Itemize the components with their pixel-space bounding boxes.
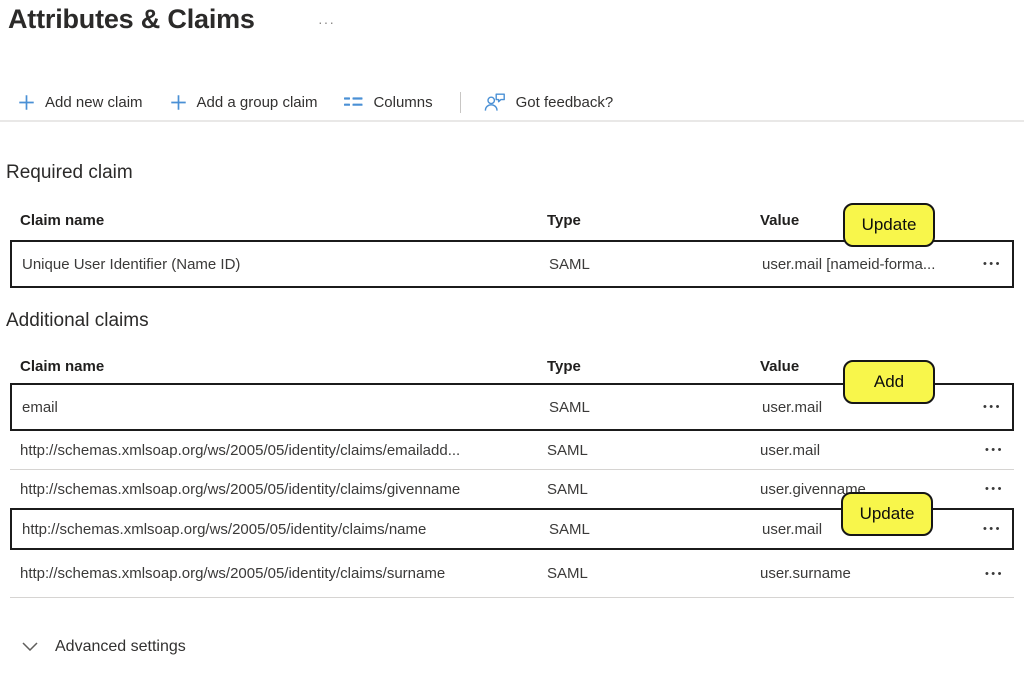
- additional-table: email SAML user.mail ••• http://schemas.…: [10, 383, 1014, 598]
- plus-icon: [18, 94, 35, 111]
- advanced-settings-label: Advanced settings: [55, 638, 186, 656]
- required-claim-heading: Required claim: [6, 162, 133, 184]
- page-title-menu-icon[interactable]: ···: [318, 14, 335, 30]
- claim-type-cell: SAML: [549, 399, 762, 416]
- add-new-claim-button[interactable]: Add new claim: [18, 94, 143, 111]
- plus-icon: [170, 94, 187, 111]
- claim-type-cell: SAML: [547, 565, 760, 582]
- advanced-settings-toggle[interactable]: Advanced settings: [22, 638, 186, 656]
- columns-button[interactable]: Columns: [344, 94, 432, 111]
- got-feedback-button[interactable]: Got feedback?: [484, 93, 614, 112]
- claim-name-cell: http://schemas.xmlsoap.org/ws/2005/05/id…: [20, 442, 547, 459]
- row-menu-icon[interactable]: •••: [979, 481, 1004, 497]
- row-menu-icon[interactable]: •••: [979, 442, 1004, 458]
- additional-claims-heading: Additional claims: [6, 310, 149, 332]
- additional-claim-row-surname[interactable]: http://schemas.xmlsoap.org/ws/2005/05/id…: [10, 550, 1014, 598]
- claim-value-cell: user.mail [nameid-forma...: [762, 256, 946, 273]
- claim-name-cell: http://schemas.xmlsoap.org/ws/2005/05/id…: [20, 481, 547, 498]
- chevron-down-icon: [22, 638, 38, 656]
- claim-type-cell: SAML: [549, 256, 762, 273]
- annotation-update-required-claim: Update: [843, 203, 935, 247]
- annotation-update-name-claim: Update: [841, 492, 933, 536]
- required-table: Unique User Identifier (Name ID) SAML us…: [10, 240, 1014, 288]
- column-header-claim-name: Claim name: [20, 358, 547, 375]
- add-new-claim-label: Add new claim: [45, 94, 143, 111]
- toolbar-divider: [460, 92, 461, 113]
- claim-name-cell: email: [22, 399, 549, 416]
- column-header-type: Type: [547, 212, 760, 229]
- claim-value-cell: user.surname: [760, 565, 948, 582]
- claim-type-cell: SAML: [547, 442, 760, 459]
- claim-name-cell: Unique User Identifier (Name ID): [22, 256, 549, 273]
- row-menu-icon[interactable]: •••: [977, 521, 1002, 537]
- add-group-claim-label: Add a group claim: [197, 94, 318, 111]
- column-header-type: Type: [547, 358, 760, 375]
- columns-label: Columns: [373, 94, 432, 111]
- column-header-claim-name: Claim name: [20, 212, 547, 229]
- required-claim-row[interactable]: Unique User Identifier (Name ID) SAML us…: [10, 240, 1014, 288]
- feedback-person-icon: [484, 93, 506, 112]
- page-title: Attributes & Claims: [8, 4, 255, 35]
- claim-name-cell: http://schemas.xmlsoap.org/ws/2005/05/id…: [22, 521, 549, 538]
- columns-icon: [344, 95, 363, 109]
- toolbar: Add new claim Add a group claim Columns: [18, 87, 640, 117]
- claim-name-cell: http://schemas.xmlsoap.org/ws/2005/05/id…: [20, 565, 547, 582]
- claim-value-cell: user.mail: [760, 442, 948, 459]
- add-group-claim-button[interactable]: Add a group claim: [170, 94, 318, 111]
- row-menu-icon[interactable]: •••: [979, 566, 1004, 582]
- claim-type-cell: SAML: [547, 481, 760, 498]
- got-feedback-label: Got feedback?: [516, 94, 614, 111]
- claim-type-cell: SAML: [549, 521, 762, 538]
- annotation-add-email-claim: Add: [843, 360, 935, 404]
- row-menu-icon[interactable]: •••: [977, 256, 1002, 272]
- row-menu-icon[interactable]: •••: [977, 399, 1002, 415]
- additional-claim-row-emailaddress[interactable]: http://schemas.xmlsoap.org/ws/2005/05/id…: [10, 431, 1014, 470]
- toolbar-separator-line: [0, 120, 1024, 122]
